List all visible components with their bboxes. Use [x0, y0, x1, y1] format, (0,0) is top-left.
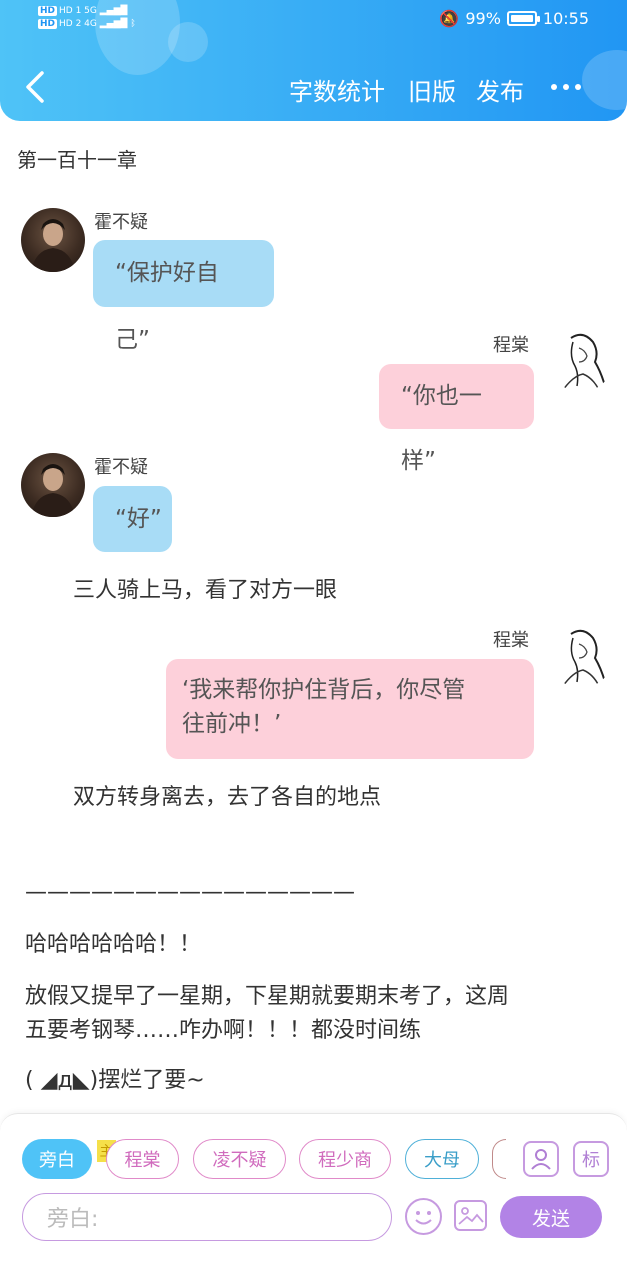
role-chip-narrator[interactable]: 旁白	[22, 1139, 92, 1179]
signal-icon: ▂▄▆█	[99, 6, 128, 16]
send-button[interactable]: 发送	[500, 1196, 602, 1238]
more-options-icon[interactable]	[551, 84, 581, 90]
avatar-huo-buyi[interactable]	[21, 453, 85, 517]
speaker-name: 霍不疑	[94, 457, 148, 478]
decor-bubble	[582, 50, 627, 110]
divider-line: ———————————————	[25, 880, 355, 905]
word-count-button[interactable]: 字数统计	[289, 72, 385, 107]
speaker-name: 霍不疑	[94, 212, 148, 233]
battery-icon	[506, 11, 540, 26]
note-text: 五要考钢琴……咋办啊！！！都没时间练	[25, 1018, 422, 1043]
top-header: HD HD 1 5G ▂▄▆█ HD HD 2 4G ▂▄▆█ ᛒ 🔕 99% 10…	[0, 0, 627, 121]
clock: 10:55	[542, 9, 589, 28]
role-chip-cheng-tang[interactable]: 程棠	[106, 1139, 179, 1179]
role-chip-cheng-shaoshang[interactable]: 程少商	[299, 1139, 391, 1179]
back-arrow-icon[interactable]	[22, 70, 48, 104]
note-text: ( ◢д◣)摆烂了要~	[25, 1068, 205, 1093]
battery-percent: 99%	[465, 9, 501, 28]
tag-button[interactable]: 标	[573, 1141, 609, 1177]
status-bar: HD HD 1 5G ▂▄▆█ HD HD 2 4G ▂▄▆█ ᛒ 🔕 99% 10…	[0, 0, 627, 40]
avatar-cheng-tang[interactable]	[549, 624, 613, 688]
signal-icon: ▂▄▆█	[99, 19, 128, 29]
publish-button[interactable]: 发布	[476, 72, 524, 107]
avatar-cheng-tang[interactable]	[549, 328, 613, 392]
image-icon[interactable]	[454, 1200, 487, 1231]
chat-bubble[interactable]: ‘我来帮你护住背后，你尽管 往前冲！’	[166, 659, 534, 759]
old-version-button[interactable]: 旧版	[408, 72, 456, 107]
speaker-name: 程棠	[493, 335, 529, 356]
chat-bubble[interactable]: “你也一样”	[379, 364, 534, 474]
role-chip-da-mu[interactable]: 大母	[405, 1139, 479, 1179]
signal-indicators: HD HD 1 5G ▂▄▆█ HD HD 2 4G ▂▄▆█ ᛒ	[38, 6, 136, 29]
chapter-title: 第一百十一章	[17, 148, 137, 172]
narration-text: 双方转身离去，去了各自的地点	[73, 785, 382, 810]
chat-bubble[interactable]: “保护好自己”	[93, 240, 274, 353]
mute-bell-icon: 🔕	[439, 9, 460, 28]
note-text: 放假又提早了一星期，下星期就要期末考了，这周	[25, 984, 510, 1009]
message-input[interactable]: 旁白:	[22, 1193, 392, 1241]
bluetooth-icon: ᛒ	[130, 19, 136, 29]
chat-bubble[interactable]: “好”	[93, 486, 172, 552]
role-chip-ling-buyi[interactable]: 凌不疑	[193, 1139, 286, 1179]
person-icon[interactable]	[523, 1141, 559, 1177]
note-text: 哈哈哈哈哈哈！！	[25, 932, 202, 957]
sim1-label: HD 1 5G	[59, 6, 97, 16]
emoji-icon[interactable]	[405, 1198, 442, 1235]
chat-bubble-line: ‘我来帮你护住背后，你尽管	[182, 677, 466, 703]
narration-text: 三人骑上马，看了对方一眼	[73, 578, 338, 603]
speaker-name: 程棠	[493, 630, 529, 651]
sim2-label: HD 2 4G	[59, 19, 97, 29]
chat-bubble-line: 往前冲！’	[182, 711, 282, 737]
avatar-huo-buyi[interactable]	[21, 208, 85, 272]
role-chip-partial[interactable]	[492, 1139, 506, 1179]
